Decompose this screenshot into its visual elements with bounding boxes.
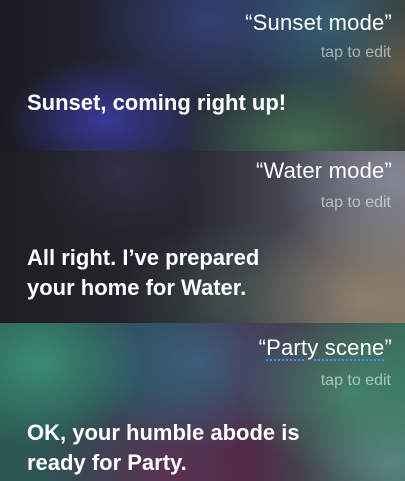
user-utterance[interactable]: “Party scene” bbox=[259, 335, 392, 361]
siri-response-line: your home for Water. bbox=[27, 275, 247, 300]
siri-response-line: Sunset, coming right up! bbox=[27, 90, 287, 115]
siri-conversation: “Sunset mode” tap to edit Sunset, coming… bbox=[0, 0, 405, 481]
close-quote: ” bbox=[384, 335, 392, 360]
siri-response-line: OK, your humble abode is bbox=[27, 420, 300, 445]
user-utterance[interactable]: “Water mode” bbox=[256, 158, 392, 184]
tap-to-edit-link[interactable]: tap to edit bbox=[321, 44, 391, 62]
dictation-uncertain-word[interactable]: Party scene bbox=[266, 335, 384, 360]
user-utterance[interactable]: “Sunset mode” bbox=[245, 10, 392, 36]
siri-response: OK, your humble abode is ready for Party… bbox=[27, 418, 387, 478]
siri-response: Sunset, coming right up! bbox=[27, 88, 387, 118]
siri-response: All right. I’ve prepared your home for W… bbox=[27, 243, 387, 303]
siri-exchange-water: “Water mode” tap to edit All right. I’ve… bbox=[0, 151, 405, 323]
siri-response-line: All right. I’ve prepared bbox=[27, 245, 260, 270]
open-quote: “ bbox=[258, 335, 267, 360]
siri-response-line: ready for Party. bbox=[27, 450, 187, 475]
tap-to-edit-link[interactable]: tap to edit bbox=[321, 372, 391, 390]
siri-exchange-sunset: “Sunset mode” tap to edit Sunset, coming… bbox=[0, 0, 405, 151]
siri-exchange-party: “Party scene” tap to edit OK, your humbl… bbox=[0, 323, 405, 481]
tap-to-edit-link[interactable]: tap to edit bbox=[321, 194, 391, 212]
